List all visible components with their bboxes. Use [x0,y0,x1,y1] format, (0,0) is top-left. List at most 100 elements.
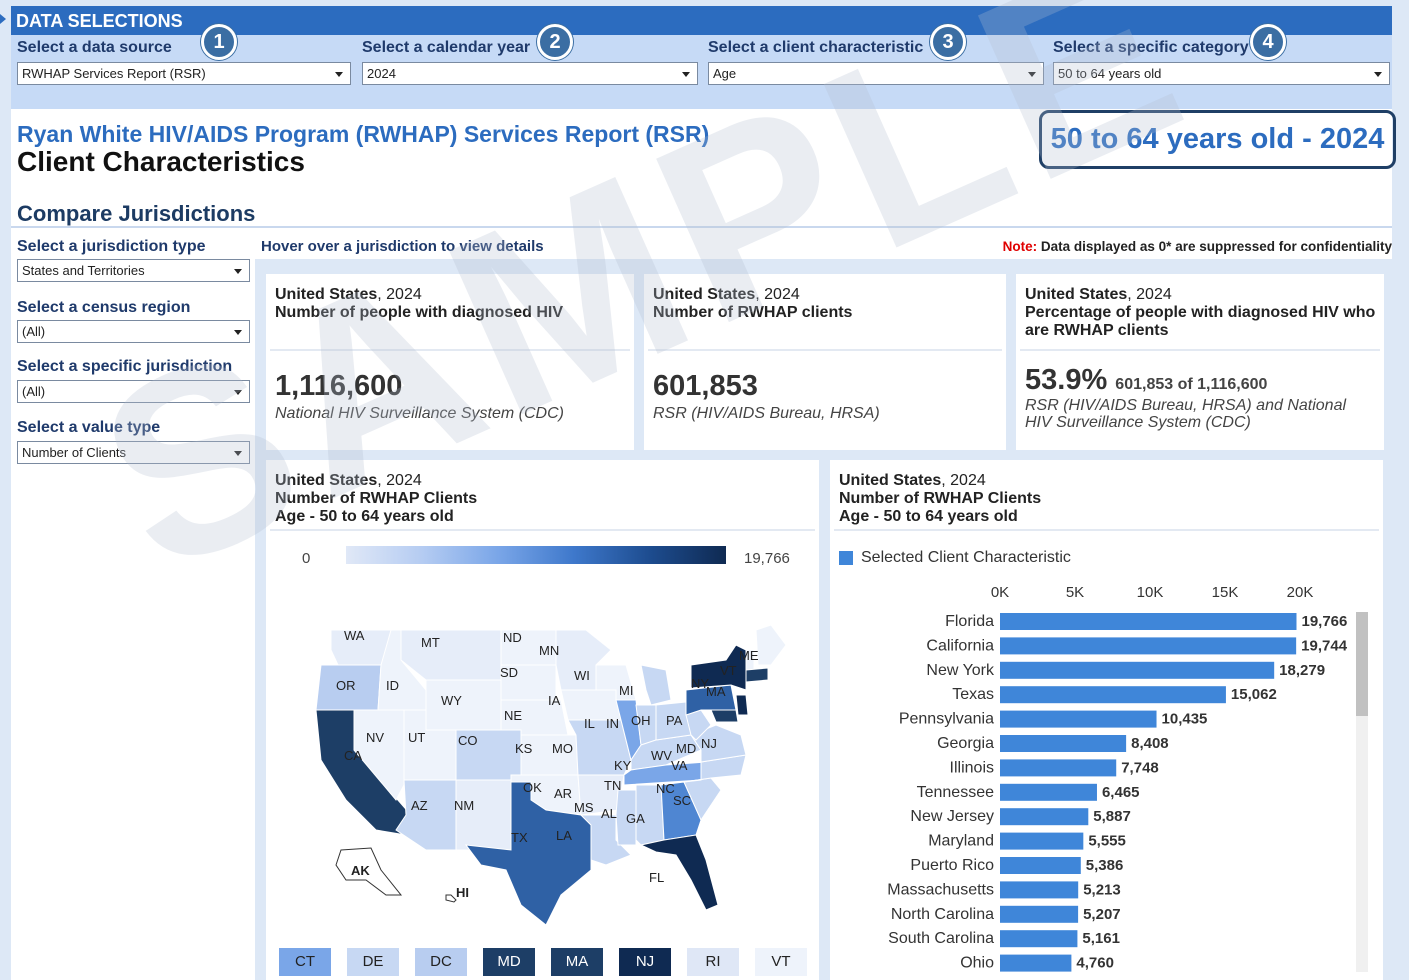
chart-scroll-thumb[interactable] [1356,612,1368,716]
step-1-badge: 1 [201,24,237,60]
state-NJ[interactable] [735,694,749,716]
state-label: LA [556,828,572,843]
state-label: ME [739,648,759,663]
specific-category-select[interactable]: 50 to 64 years old [1053,62,1390,85]
category-label: Florida [945,613,994,630]
kpi-card-header: United States, 2024 Number of people with… [275,286,563,322]
bar[interactable] [1000,710,1157,728]
bar-value-label: 5,887 [1093,808,1131,825]
data-source-group: Select a data source [17,39,172,59]
bar[interactable] [1000,881,1079,899]
state-ME[interactable] [755,624,786,666]
state-label: HI [456,885,469,900]
legend-label: Selected Client Characteristic [861,549,1071,566]
bar-value-label: 19,766 [1301,613,1347,630]
state-label: IA [548,693,561,708]
bar[interactable] [1000,857,1081,874]
chevron-down-icon [234,390,242,395]
client-characteristic-select[interactable]: Age [708,62,1044,85]
state-label: TN [604,778,621,793]
bar[interactable] [1000,613,1297,630]
step-3-badge: 3 [930,24,966,60]
bar[interactable] [1000,783,1097,801]
bar-value-label: 5,161 [1082,930,1120,947]
state-MT[interactable] [400,629,502,681]
kpi-place: United States [653,286,756,303]
state-label: ND [503,630,522,645]
bar[interactable] [1000,808,1089,826]
bar-chart[interactable]: 0K 5K 10K 15K 20K Florida 19,766 California 19,7… [830,575,1355,980]
small-state-de[interactable]: DE [347,948,399,976]
map-place: United States [275,472,378,489]
value-type-select[interactable]: Number of Clients [17,441,250,464]
bar[interactable] [1000,735,1127,752]
bar-value-label: 7,748 [1121,759,1159,776]
jurisdiction-type-value: States and Territories [22,263,145,278]
bar[interactable] [1000,759,1117,777]
kpi-card-header: United States, 2024 Percentage of people … [1025,286,1380,340]
census-region-label: Select a census region [17,299,191,316]
state-NM[interactable] [455,779,512,851]
small-state-md[interactable]: MD [483,948,535,976]
bar-chart-header: United States, 2024 Number of RWHAP Clien… [839,472,1041,526]
census-region-select[interactable]: (All) [17,320,250,343]
small-state-ct[interactable]: CT [279,948,331,976]
small-state-ri[interactable]: RI [687,948,739,976]
bar[interactable] [1000,954,1072,972]
state-label: AK [351,863,370,878]
state-label: MS [574,800,594,815]
kpi-source: RSR (HIV/AIDS Bureau, HRSA) [653,405,880,422]
category-label: Texas [952,686,994,703]
bar[interactable] [1000,661,1275,679]
bar[interactable] [1000,930,1078,948]
chevron-down-icon [234,269,242,274]
data-source-label: Select a data source [17,39,172,56]
card-divider [1020,349,1380,351]
kpi-card-clients[interactable]: United States, 2024 Number of RWHAP clien… [644,274,1006,450]
chart-scrollbar[interactable] [1356,612,1368,972]
state-WY[interactable] [425,679,502,731]
specific-jurisdiction-select[interactable]: (All) [17,380,250,403]
map-header: United States, 2024 Number of RWHAP Clien… [275,472,477,526]
state-label: CA [344,748,362,763]
kpi-value: 1,116,600 [275,370,403,402]
jurisdiction-type-select[interactable]: States and Territories [17,259,250,282]
category-label: South Carolina [888,930,994,947]
state-HI[interactable] [445,894,457,903]
state-MA[interactable] [745,667,769,683]
category-label: Massachusetts [887,881,994,898]
bar[interactable] [1000,905,1079,923]
small-state-ma[interactable]: MA [551,948,603,976]
kpi-source: RSR (HIV/AIDS Bureau, HRSA) and National… [1025,397,1347,431]
map-category: Age - 50 to 64 years old [275,508,454,525]
data-selections-panel: DATA SELECTIONS Select a data source 1 R… [0,6,1392,109]
calendar-year-value: 2024 [367,66,396,81]
specific-category-label: Select a specific category [1053,39,1249,56]
collapse-arrow-icon[interactable] [0,14,6,24]
state-label: SC [673,793,691,808]
bar[interactable] [1000,637,1297,655]
kpi-card-header: United States, 2024 Number of RWHAP clien… [653,286,852,322]
bar[interactable] [1000,832,1084,850]
jurisdiction-type-label: Select a jurisdiction type [17,238,206,255]
selection-banner: 50 to 64 years old - 2024 [1039,110,1396,169]
data-source-select[interactable]: RWHAP Services Report (RSR) [17,62,351,85]
state-MD[interactable] [710,709,739,723]
state-label: OH [631,713,651,728]
small-state-vt[interactable]: VT [755,948,807,976]
state-MI[interactable] [640,664,672,706]
us-choropleth-map[interactable]: WA OR CA NV ID MT WY UT AZ CO NM ND SD N… [306,610,786,940]
legend-swatch [839,551,853,565]
x-tick-label: 0K [991,584,1009,601]
kpi-card-diagnosed[interactable]: United States, 2024 Number of people with… [266,274,634,450]
kpi-card-percentage[interactable]: United States, 2024 Percentage of people … [1016,274,1384,450]
x-tick-label: 5K [1066,584,1084,601]
calendar-year-select[interactable]: 2024 [362,62,698,85]
bar[interactable] [1000,686,1226,704]
bar-value-label: 19,744 [1301,637,1348,654]
small-state-dc[interactable]: DC [415,948,467,976]
category-label: Illinois [950,759,994,776]
state-label: MO [552,741,573,756]
note-label: Note: [1002,239,1038,254]
small-state-nj[interactable]: NJ [619,948,671,976]
